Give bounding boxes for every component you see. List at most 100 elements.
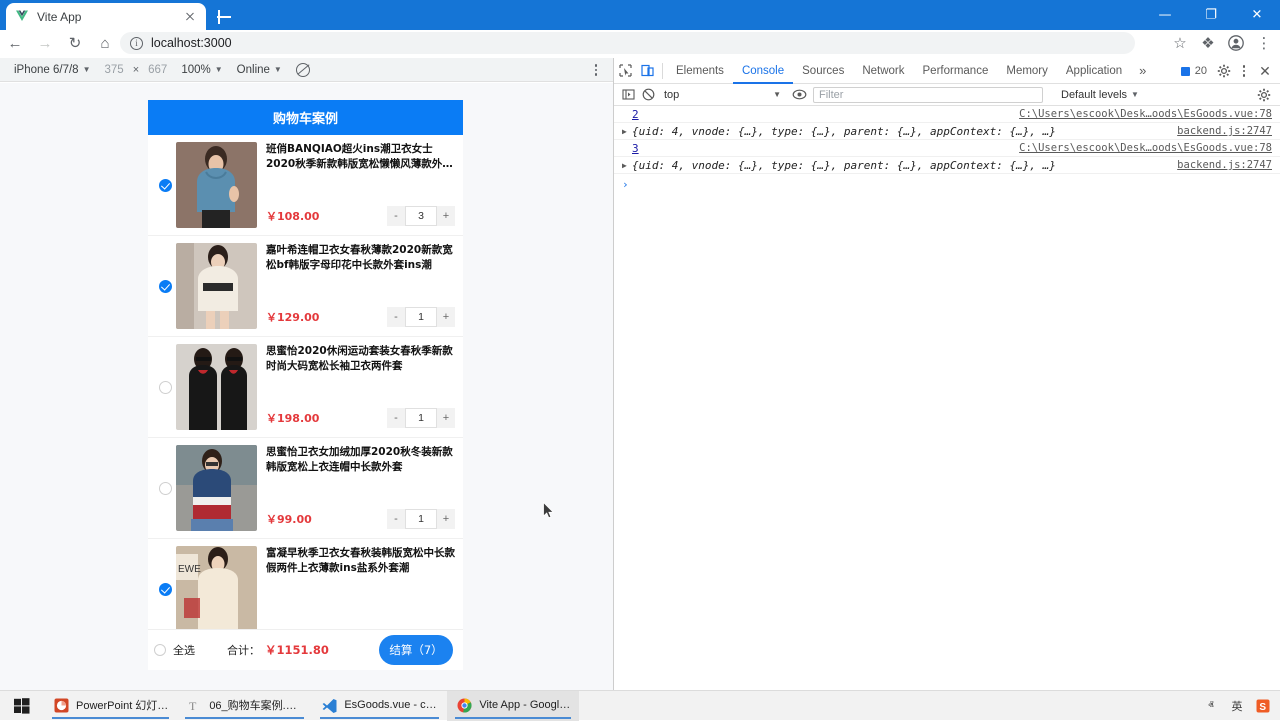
forward-button[interactable]: → [30,30,60,56]
sogou-icon[interactable]: S [1252,691,1274,721]
bookmark-star-icon[interactable]: ☆ [1166,30,1194,56]
profile-avatar-icon[interactable] [1222,30,1250,56]
extensions-icon[interactable]: ❖ [1194,30,1222,56]
console-log-area[interactable]: 2 C:\Users\escook\Desk…oods\EsGoods.vue:… [614,106,1280,194]
browser-tab[interactable]: Vite App [6,3,206,30]
select-all-checkbox[interactable]: 全选 [154,642,195,658]
decrease-quantity-button[interactable]: - [387,206,405,226]
quantity-value[interactable]: 1 [405,408,437,428]
no-throttling-icon[interactable] [296,63,310,77]
increase-quantity-button[interactable]: + [437,307,455,327]
minimize-button[interactable]: — [1142,0,1188,30]
settings-gear-icon[interactable] [1214,61,1234,81]
inspect-element-icon[interactable] [614,58,636,84]
console-settings-gear-icon[interactable] [1254,85,1274,105]
device-width-input[interactable]: 375 [105,64,124,76]
taskbar-item-chrome[interactable]: Vite App - Googl… [447,691,579,721]
device-select-value: iPhone 6/7/8 [14,64,79,76]
cart-item-list[interactable]: 班俏BANQIAO超火ins潮卫衣女士2020秋季新款韩版宽松懒懒风薄款外套带帽… [148,135,463,649]
quantity-stepper[interactable]: - 3 + [387,206,455,226]
console-source-link[interactable]: C:\Users\escook\Desk…oods\EsGoods.vue:78 [1019,142,1272,154]
cart-item[interactable]: 思蜜怡卫衣女加绒加厚2020秋冬装新款韩版宽松上衣连帽中长款外套 ￥99.00 … [148,438,463,539]
increase-quantity-button[interactable]: + [437,408,455,428]
console-row[interactable]: ▶ {uid: 4, vnode: {…}, type: {…}, parent… [614,123,1280,140]
console-prompt[interactable]: › [614,174,1280,194]
new-tab-button[interactable] [212,5,236,29]
tab-elements[interactable]: Elements [667,58,733,84]
quantity-value[interactable]: 1 [405,509,437,529]
expand-arrow-icon[interactable]: ▶ [622,161,627,170]
tab-performance[interactable]: Performance [914,58,998,84]
close-devtools-icon[interactable]: ✕ [1254,61,1276,81]
browser-menu-icon[interactable]: ⋮ [1250,30,1278,56]
close-button[interactable]: ✕ [1234,0,1280,30]
log-levels-select[interactable]: Default levels ▼ [1061,89,1139,101]
issues-badge[interactable]: 20 [1181,65,1207,77]
product-thumbnail [176,142,257,228]
device-select[interactable]: iPhone 6/7/8 ▼ [14,64,91,76]
device-height-input[interactable]: 667 [148,64,167,76]
close-icon[interactable] [182,9,198,25]
console-source-link[interactable]: backend.js:2747 [1177,159,1272,171]
javascript-context-select[interactable]: top ▼ [664,89,789,101]
quantity-stepper[interactable]: - 1 + [387,509,455,529]
back-button[interactable]: ← [0,30,30,56]
console-filter-input[interactable]: Filter [813,87,1043,103]
cart-item[interactable]: 思蜜怡2020休闲运动套装女春秋季新款时尚大码宽松长袖卫衣两件套 ￥198.00… [148,337,463,438]
decrease-quantity-button[interactable]: - [387,408,405,428]
increase-quantity-button[interactable]: + [437,206,455,226]
cart-item[interactable]: 班俏BANQIAO超火ins潮卫衣女士2020秋季新款韩版宽松懒懒风薄款外套带帽… [148,135,463,236]
item-checkbox[interactable] [154,583,176,596]
console-row[interactable]: 3 C:\Users\escook\Desk…oods\EsGoods.vue:… [614,140,1280,157]
throttling-select[interactable]: Online ▼ [237,64,282,76]
taskbar-item-typora[interactable]: T 06_购物车案例.md… [177,691,312,721]
quantity-value[interactable]: 1 [405,307,437,327]
live-expression-eye-icon[interactable] [789,84,809,106]
expand-arrow-icon[interactable]: ▶ [622,127,627,136]
tab-network[interactable]: Network [853,58,913,84]
taskbar-item-vscode[interactable]: EsGoods.vue - co… [312,691,447,721]
maximize-button[interactable]: ❐ [1188,0,1234,30]
console-message-text: 3 [632,142,639,155]
clear-console-icon[interactable] [638,84,658,106]
item-checkbox[interactable] [154,381,176,394]
quantity-value[interactable]: 3 [405,206,437,226]
zoom-select[interactable]: 100% ▼ [181,64,222,76]
reload-button[interactable]: ↻ [60,30,90,56]
devtools-menu-icon[interactable] [1237,61,1251,81]
quantity-stepper[interactable]: - 1 + [387,408,455,428]
increase-quantity-button[interactable]: + [437,509,455,529]
home-button[interactable]: ⌂ [90,30,120,56]
more-tabs-icon[interactable]: » [1131,63,1154,78]
item-checkbox[interactable] [154,179,176,192]
ime-icon[interactable]: 英 [1226,691,1248,721]
tab-console[interactable]: Console [733,58,793,84]
console-row[interactable]: ▶ {uid: 4, vnode: {…}, type: {…}, parent… [614,157,1280,174]
product-name: 嘉叶希连帽卫衣女春秋薄款2020新款宽松bf韩版字母印花中长款外套ins潮 [266,243,455,272]
decrease-quantity-button[interactable]: - [387,509,405,529]
taskbar-item-powerpoint[interactable]: PowerPoint 幻灯… [44,691,177,721]
device-toolbar-menu-icon[interactable] [589,58,603,82]
console-row[interactable]: 2 C:\Users\escook\Desk…oods\EsGoods.vue:… [614,106,1280,123]
console-source-link[interactable]: backend.js:2747 [1177,125,1272,137]
show-hidden-icons-button[interactable]: ⱏ [1200,691,1222,721]
start-button[interactable] [0,691,44,721]
item-checkbox[interactable] [154,280,176,293]
item-checkbox[interactable] [154,482,176,495]
throttling-select-value: Online [237,64,270,76]
quantity-stepper[interactable]: - 1 + [387,307,455,327]
console-source-link[interactable]: C:\Users\escook\Desk…oods\EsGoods.vue:78 [1019,108,1272,120]
tab-application[interactable]: Application [1057,58,1131,84]
decrease-quantity-button[interactable]: - [387,307,405,327]
chevron-down-icon: ▼ [1131,90,1139,99]
tab-sources[interactable]: Sources [793,58,853,84]
checkout-button[interactable]: 结算（7） [379,635,453,665]
toggle-device-toolbar-icon[interactable] [636,58,658,84]
console-message-text: {uid: 4, vnode: {…}, type: {…}, parent: … [632,159,1056,172]
cart-item[interactable]: 嘉叶希连帽卫衣女春秋薄款2020新款宽松bf韩版字母印花中长款外套ins潮 ￥1… [148,236,463,337]
cart-item[interactable]: EWE 富凝早秋季卫衣女春秋装韩版宽松中长款假两件上衣薄款ins盐系外套潮 [148,539,463,640]
address-bar[interactable]: localhost:3000 [120,32,1135,54]
tab-memory[interactable]: Memory [997,58,1057,84]
console-sidebar-icon[interactable] [618,84,638,106]
product-thumbnail [176,445,257,531]
